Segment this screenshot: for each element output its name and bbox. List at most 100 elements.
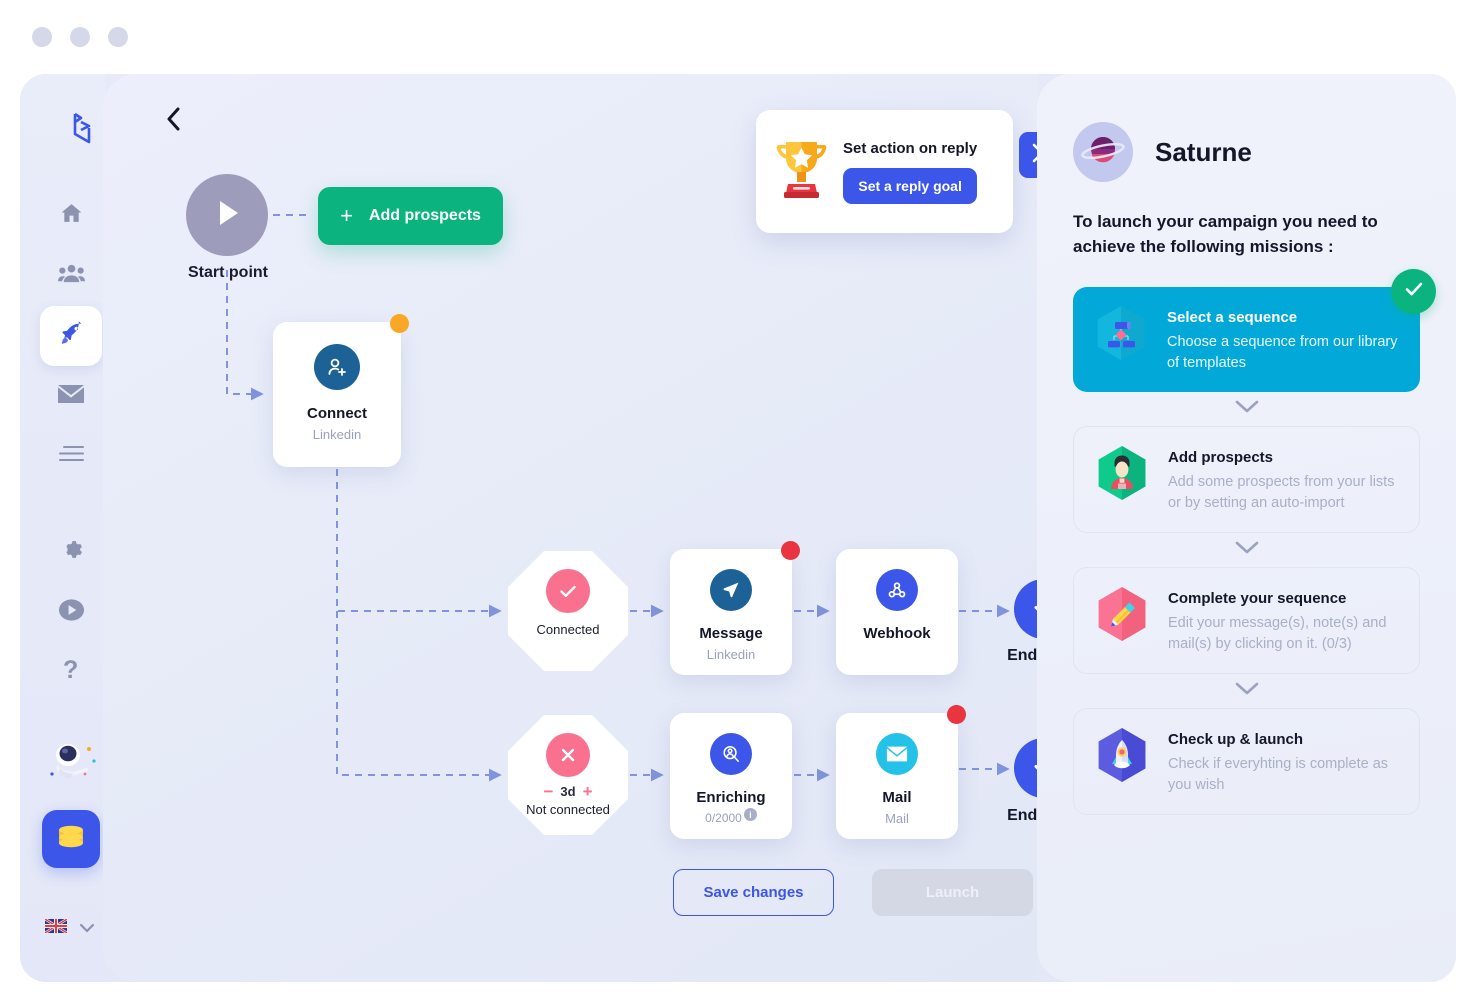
- start-point-label: Start point: [188, 264, 268, 281]
- rocket-hex-icon: [1094, 727, 1150, 789]
- mission-check-up-and-launch[interactable]: Check up & launch Check if everyhting is…: [1073, 708, 1420, 816]
- sidebar-item-tutorials[interactable]: [40, 582, 102, 642]
- save-changes-button[interactable]: Save changes: [673, 869, 834, 916]
- node-title: Connect: [307, 405, 367, 422]
- flow-canvas: Start point + Add prospects Set action o…: [103, 74, 1081, 982]
- reply-goal-card: Set action on reply Set a reply goal: [756, 110, 1013, 233]
- mission-add-prospects[interactable]: Add prospects Add some prospects from yo…: [1073, 426, 1420, 534]
- chevron-down-icon: [1234, 399, 1260, 419]
- node-label: Not connected: [526, 802, 610, 817]
- language-selector[interactable]: [44, 917, 95, 938]
- play-circle-icon: [58, 598, 85, 627]
- credits-button[interactable]: [42, 810, 100, 868]
- coins-icon: [54, 823, 88, 856]
- missions-list: Select a sequence Choose a sequence from…: [1073, 269, 1436, 816]
- webhook-icon: [876, 569, 918, 611]
- sidebar-item-campaigns[interactable]: [40, 306, 102, 366]
- mission-subtitle: Edit your message(s), note(s) and mail(s…: [1168, 615, 1387, 653]
- set-reply-goal-button[interactable]: Set a reply goal: [843, 167, 978, 204]
- mission-title: Check up & launch: [1168, 731, 1304, 749]
- rail-divider: [40, 486, 102, 522]
- sidebar-item-prospects[interactable]: [40, 246, 102, 306]
- delay-stepper[interactable]: − 3d +: [543, 783, 592, 800]
- window-titlebar: [0, 0, 1476, 74]
- missions-panel: Saturne To launch your campaign you need…: [1037, 74, 1456, 982]
- sidebar-item-help[interactable]: ?: [40, 642, 102, 702]
- list-lines-icon: [58, 444, 85, 469]
- node-message[interactable]: Message Linkedin: [670, 541, 800, 675]
- mission-subtitle: Add some prospects from your lists or by…: [1168, 474, 1395, 512]
- back-button[interactable]: [165, 106, 182, 137]
- node-webhook[interactable]: Webhook: [836, 549, 958, 675]
- mission-complete-badge: [1391, 269, 1436, 315]
- node-connected[interactable]: Connected: [508, 551, 628, 671]
- add-prospects-label: Add prospects: [368, 207, 481, 224]
- person-add-icon: [314, 344, 360, 390]
- person-search-icon: [710, 733, 752, 775]
- mission-select-a-sequence[interactable]: Select a sequence Choose a sequence from…: [1073, 269, 1436, 393]
- launch-button[interactable]: Launch: [872, 869, 1033, 916]
- cross-icon: [546, 733, 590, 777]
- astronaut-icon: [42, 734, 102, 794]
- mission-text: Complete your sequence Edit your message…: [1168, 586, 1399, 655]
- node-label: Connected: [536, 622, 600, 637]
- envelope-icon: [57, 383, 85, 410]
- node-not-connected[interactable]: − 3d + Not connected: [508, 715, 628, 835]
- node-title: Enriching: [696, 789, 766, 806]
- enrich-counter: 0/2000 i: [705, 808, 757, 825]
- info-icon[interactable]: i: [743, 808, 757, 821]
- plus-icon: +: [340, 203, 353, 228]
- node-enriching[interactable]: Enriching 0/2000 i: [670, 713, 792, 839]
- play-icon: [212, 197, 242, 234]
- prospect-hex-icon: [1094, 445, 1150, 507]
- mission-separator: [1073, 533, 1420, 567]
- reply-goal-title: Set action on reply: [843, 139, 978, 157]
- window-maximize-button[interactable]: [108, 27, 128, 47]
- avatar: [1073, 122, 1133, 182]
- check-icon: [546, 569, 590, 613]
- mission-subtitle: Choose a sequence from our library of te…: [1167, 334, 1398, 372]
- mission-separator: [1073, 674, 1420, 708]
- add-prospects-button[interactable]: + Add prospects: [318, 187, 503, 245]
- node-title: Webhook: [863, 625, 931, 642]
- mission-text: Select a sequence Choose a sequence from…: [1167, 305, 1400, 374]
- trophy-icon: [774, 136, 829, 207]
- status-badge-red: [781, 541, 800, 560]
- paper-plane-icon: [710, 569, 752, 611]
- node-connect[interactable]: Connect Linkedin: [273, 314, 409, 467]
- delay-decrease-button[interactable]: −: [543, 783, 553, 800]
- gear-icon: [59, 537, 84, 567]
- status-badge-orange: [390, 314, 409, 333]
- window-minimize-button[interactable]: [70, 27, 90, 47]
- mission-separator: [1073, 392, 1420, 426]
- mission-subtitle: Check if everyhting is complete as you w…: [1168, 756, 1389, 794]
- mission-complete-your-sequence[interactable]: Complete your sequence Edit your message…: [1073, 567, 1420, 675]
- envelope-icon: [876, 733, 918, 775]
- page-title: Saturne: [1155, 136, 1252, 167]
- node-mail[interactable]: Mail Mail: [836, 705, 966, 839]
- node-title: Mail: [882, 789, 912, 806]
- node-title: Message: [699, 625, 763, 642]
- mission-text: Add prospects Add some prospects from yo…: [1168, 445, 1399, 514]
- window-close-button[interactable]: [32, 27, 52, 47]
- status-badge-red: [947, 705, 966, 724]
- mission-title: Complete your sequence: [1168, 590, 1347, 608]
- chevron-down-icon: [79, 920, 95, 938]
- mission-text: Check up & launch Check if everyhting is…: [1168, 727, 1399, 796]
- sidebar-item-settings[interactable]: [40, 522, 102, 582]
- rocket-icon: [58, 320, 84, 352]
- planet-saturn-icon: [1080, 130, 1126, 175]
- delay-value: 3d: [560, 784, 576, 799]
- sidebar-item-queue[interactable]: [40, 426, 102, 486]
- app-shell: ? Start point + Add prospects Set action…: [20, 74, 1456, 982]
- chevron-down-icon: [1234, 540, 1260, 560]
- start-point-node[interactable]: [186, 174, 268, 256]
- sidebar-item-home[interactable]: [40, 186, 102, 246]
- sequence-hex-icon: [1093, 305, 1149, 367]
- waalaxy-logo-icon[interactable]: [62, 109, 102, 149]
- app-window: ? Start point + Add prospects Set action…: [0, 0, 1476, 993]
- delay-increase-button[interactable]: +: [583, 783, 593, 800]
- node-subtitle: Mail: [885, 811, 909, 826]
- sidebar-item-inbox[interactable]: [40, 366, 102, 426]
- panel-description: To launch your campaign you need to achi…: [1073, 212, 1378, 257]
